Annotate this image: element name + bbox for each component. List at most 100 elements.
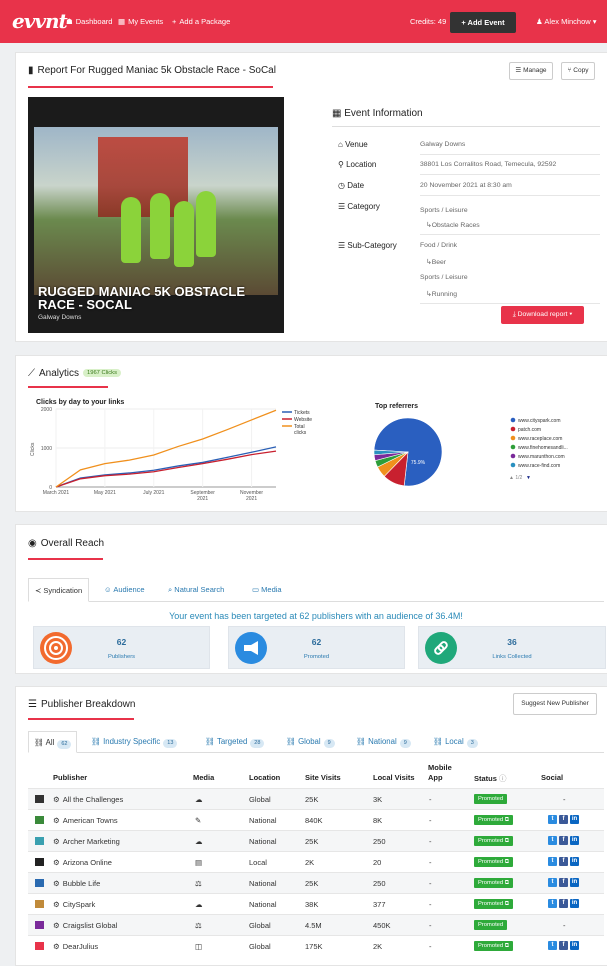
publisher-name-cell[interactable]: ⚙ Arizona Online bbox=[53, 858, 112, 867]
publisher-name-cell[interactable]: ⚙ DearJulius bbox=[53, 942, 98, 951]
table-row[interactable]: ⚙ DearJulius ◫ Global 175K 2K - Promoted ⧉ t f in bbox=[28, 935, 604, 956]
table-row[interactable]: ⚙ All the Challenges ☁ Global 25K 3K - Promoted… bbox=[28, 788, 604, 809]
linkedin-icon[interactable]: in bbox=[570, 899, 579, 908]
twitter-icon[interactable]: t bbox=[548, 941, 557, 950]
media-icon: ☁ bbox=[195, 795, 203, 804]
site-visits-cell: 25K bbox=[305, 879, 319, 888]
credits-count: Credits: 49 bbox=[410, 17, 447, 26]
status-badge[interactable]: Promoted bbox=[474, 920, 508, 930]
col-publisher[interactable]: Publisher bbox=[53, 773, 87, 782]
facebook-icon[interactable]: f bbox=[559, 836, 568, 845]
links-count: 36 bbox=[507, 637, 517, 647]
photo-person bbox=[174, 201, 194, 267]
table-row[interactable]: ⚙ CitySpark ☁ National 38K 377 - Promoted ⧉ t f in bbox=[28, 893, 604, 914]
facebook-icon[interactable]: f bbox=[559, 878, 568, 887]
filter-tab-global[interactable]: ⛓ Global 9 bbox=[281, 731, 340, 753]
publishers-count: 62 bbox=[116, 637, 127, 647]
twitter-icon[interactable]: t bbox=[548, 857, 557, 866]
col-mobile-app[interactable]: Mobile App bbox=[428, 763, 462, 783]
facebook-icon[interactable]: f bbox=[559, 857, 568, 866]
copy-button[interactable]: ⑂ Copy bbox=[561, 62, 595, 80]
nav-add-package[interactable]: + Add a Package bbox=[172, 17, 230, 26]
status-badge[interactable]: Promoted ⧉ bbox=[474, 878, 513, 888]
list-icon: ☰ bbox=[338, 241, 348, 250]
status-badge[interactable]: Promoted ⧉ bbox=[474, 899, 513, 909]
status-label: Promoted bbox=[478, 901, 504, 907]
nav-dashboard[interactable]: ☗ Dashboard bbox=[66, 17, 112, 26]
filter-tab-local[interactable]: ⛓ Local 3 bbox=[428, 731, 483, 753]
filter-tab-label: All bbox=[45, 738, 55, 747]
tab-natural-search[interactable]: ⌕ Natural Search bbox=[162, 578, 230, 602]
publisher-name-cell[interactable]: ⚙ All the Challenges bbox=[53, 795, 123, 804]
top-navbar: evvnt ☗ Dashboard ▦ My Events + Add a Packa… bbox=[0, 0, 607, 43]
mobile-app-cell: - bbox=[429, 900, 432, 909]
twitter-icon[interactable]: t bbox=[548, 899, 557, 908]
report-panel: ▮ Report For Rugged Maniac 5k Obstacle Ra… bbox=[15, 52, 607, 342]
table-row[interactable]: ⚙ Arizona Online ▤ Local 2K 20 - Promoted ⧉ t f in bbox=[28, 851, 604, 872]
table-row[interactable]: ⚙ Archer Marketing ☁ National 25K 250 - Promote… bbox=[28, 830, 604, 851]
user-menu[interactable]: ♟ Alex Minchow ▾ bbox=[536, 17, 597, 26]
status-label: Promoted bbox=[478, 922, 504, 928]
status-badge[interactable]: Promoted ⧉ bbox=[474, 941, 513, 951]
linkedin-icon[interactable]: in bbox=[570, 878, 579, 887]
col-social[interactable]: Social bbox=[541, 773, 563, 782]
status-badge[interactable]: Promoted ⧉ bbox=[474, 836, 513, 846]
location-cell: Global bbox=[249, 795, 271, 804]
status-badge[interactable]: Promoted ⧉ bbox=[474, 857, 513, 867]
table-row[interactable]: ⚙ Bubble Life ⚖ National 25K 250 - Promoted ⧉ t f… bbox=[28, 872, 604, 893]
twitter-icon[interactable]: t bbox=[548, 878, 557, 887]
status-badge[interactable]: Promoted ⧉ bbox=[474, 815, 513, 825]
tab-audience[interactable]: ☺ Audience bbox=[98, 578, 151, 602]
facebook-icon[interactable]: f bbox=[559, 899, 568, 908]
publisher-name-cell[interactable]: ⚙ Craigslist Global bbox=[53, 921, 117, 930]
link-icon: ⛓ bbox=[205, 737, 217, 746]
subcategory-label-text: Sub-Category bbox=[347, 241, 397, 250]
suggest-publisher-button[interactable]: Suggest New Publisher bbox=[513, 693, 597, 715]
col-media[interactable]: Media bbox=[193, 773, 214, 782]
add-event-button[interactable]: + Add Event bbox=[450, 12, 516, 33]
col-status[interactable]: Status ⓘ bbox=[474, 773, 507, 784]
facebook-icon[interactable]: f bbox=[559, 815, 568, 824]
filter-tab-industry-specific[interactable]: ⛓ Industry Specific 13 bbox=[86, 731, 182, 753]
tab-syndication[interactable]: ≺ Syndication bbox=[28, 578, 90, 602]
x-tick-line: 2021 bbox=[246, 496, 257, 502]
status-label: Promoted bbox=[478, 838, 504, 844]
table-row[interactable]: ⚙ Craigslist Global ⚖ Global 4.5M 450K - Promot… bbox=[28, 914, 604, 935]
filter-tab-label: Industry Specific bbox=[103, 737, 161, 746]
location-label: ⚲ Location bbox=[338, 160, 376, 169]
publisher-name-cell[interactable]: ⚙ Bubble Life bbox=[53, 879, 100, 888]
photo-subcaption: Galway Downs bbox=[38, 314, 82, 321]
tab-media[interactable]: ▭ Media bbox=[246, 578, 288, 602]
linkedin-icon[interactable]: in bbox=[570, 857, 579, 866]
publisher-name-cell[interactable]: ⚙ CitySpark bbox=[53, 900, 95, 909]
filter-tab-all[interactable]: ⛓ All 62 bbox=[28, 731, 78, 753]
nav-my-events[interactable]: ▦ My Events bbox=[118, 17, 163, 26]
col-site-visits[interactable]: Site Visits bbox=[305, 773, 341, 782]
facebook-icon[interactable]: f bbox=[559, 941, 568, 950]
map-marker-icon: ⚲ bbox=[338, 160, 347, 169]
filter-tab-national[interactable]: ⛓ National 9 bbox=[351, 731, 416, 753]
twitter-icon[interactable]: t bbox=[548, 836, 557, 845]
col-local-visits[interactable]: Local Visits bbox=[373, 773, 415, 782]
gear-icon: ⚙ bbox=[53, 816, 60, 825]
linkedin-icon[interactable]: in bbox=[570, 941, 579, 950]
linkedin-icon[interactable]: in bbox=[570, 815, 579, 824]
filter-tab-targeted[interactable]: ⛓ Targeted 28 bbox=[200, 731, 269, 753]
status-badge[interactable]: Promoted bbox=[474, 794, 508, 804]
site-visits-cell: 840K bbox=[305, 816, 323, 825]
local-visits-cell: 3K bbox=[373, 795, 383, 804]
linkedin-icon[interactable]: in bbox=[570, 836, 579, 845]
col-location[interactable]: Location bbox=[249, 773, 280, 782]
filter-count: 28 bbox=[250, 739, 265, 748]
download-report-button[interactable]: ⤓ Download report ▾ bbox=[501, 306, 584, 324]
manage-button[interactable]: ☰ Manage bbox=[509, 62, 553, 80]
publisher-name-cell[interactable]: ⚙ Archer Marketing bbox=[53, 837, 120, 846]
evvnt-logo[interactable]: evvnt bbox=[12, 9, 68, 33]
breakdown-title: ☰ Publisher Breakdown bbox=[28, 699, 135, 710]
table-row[interactable]: ⚙ American Towns ✎ National 840K 8K - Promoted … bbox=[28, 809, 604, 830]
publisher-name-cell[interactable]: ⚙ American Towns bbox=[53, 816, 118, 825]
twitter-icon[interactable]: t bbox=[548, 815, 557, 824]
publisher-logo bbox=[35, 795, 44, 803]
reach-tabs: ≺ Syndication ☺ Audience ⌕ Natural Searc… bbox=[28, 578, 604, 602]
legend-label: www.marunthon.com bbox=[518, 454, 565, 460]
